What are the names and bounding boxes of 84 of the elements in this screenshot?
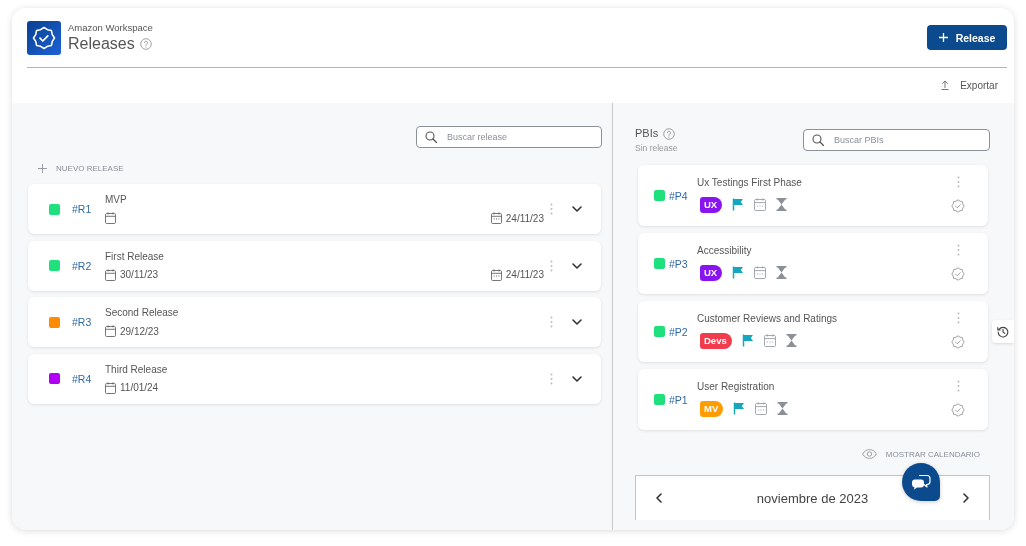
release-card[interactable]: #R3 Second Release 29/12/23 <box>28 297 601 347</box>
end-date: 24/11/23 <box>505 212 544 224</box>
chevron-down-icon[interactable] <box>572 206 582 212</box>
pbi-code: #P4 <box>669 189 689 202</box>
release-name: Third Release <box>105 362 169 376</box>
release-code: #R3 <box>72 316 93 328</box>
category-tag: MV <box>700 400 724 417</box>
chevron-right-icon[interactable] <box>963 493 969 503</box>
calendar-icon[interactable] <box>755 402 768 415</box>
hourglass-icon[interactable] <box>785 334 797 347</box>
calendar-icon <box>490 212 502 224</box>
pbi-code: #P2 <box>669 325 689 338</box>
history-icon <box>997 325 1009 338</box>
chevron-left-icon[interactable] <box>656 493 662 503</box>
chevron-down-icon[interactable] <box>572 262 582 269</box>
plus-icon <box>938 33 948 42</box>
category-tag: UX <box>700 196 723 213</box>
flag-icon[interactable] <box>732 198 745 211</box>
release-card[interactable]: #R1 MVP 24/11/23 <box>28 184 601 234</box>
new-release-button[interactable]: Release <box>927 25 1007 50</box>
flag-icon[interactable] <box>733 402 746 415</box>
release-name: First Release <box>105 249 165 263</box>
calendar-icon <box>490 268 502 281</box>
kebab-menu-icon[interactable] <box>550 316 553 328</box>
calendar-icon <box>105 268 116 281</box>
help-icon[interactable] <box>139 38 152 50</box>
export-button[interactable]: Exportar <box>941 78 998 92</box>
panel-title: PBIs <box>635 127 659 140</box>
panel-subtitle: Sin release <box>635 143 678 153</box>
release-card[interactable]: #R4 Third Release 11/01/24 <box>28 353 601 404</box>
hourglass-icon[interactable] <box>776 266 788 279</box>
search-field[interactable]: Buscar release <box>416 126 602 148</box>
upload-icon <box>941 80 950 90</box>
pbi-card[interactable]: #P1 User Registration MV <box>638 369 988 430</box>
category-tag: Devs <box>700 332 732 349</box>
flag-icon[interactable] <box>741 334 754 347</box>
plus-icon <box>38 163 47 173</box>
chevron-down-icon[interactable] <box>572 319 582 325</box>
pbi-card[interactable]: #P3 Accessibility UX <box>638 233 988 294</box>
history-button[interactable] <box>992 320 1014 343</box>
calendar-icon[interactable] <box>754 198 767 211</box>
start-date: 11/01/24 <box>120 382 159 393</box>
check-badge-icon[interactable] <box>951 198 965 213</box>
calendar-icon <box>105 212 116 224</box>
pbi-code: #P1 <box>669 393 689 406</box>
calendar-month: noviembre de 2023 <box>756 490 869 506</box>
calendar-icon[interactable] <box>754 266 767 279</box>
calendar-icon <box>105 381 116 394</box>
help-icon[interactable] <box>663 127 676 140</box>
category-tag: UX <box>700 264 723 281</box>
release-code: #R1 <box>72 203 93 215</box>
start-date: 29/12/23 <box>120 325 159 337</box>
pbi-name: Ux Testings First Phase <box>697 175 803 189</box>
check-badge-icon[interactable] <box>951 334 965 349</box>
chevron-down-icon[interactable] <box>572 375 582 382</box>
chat-bubbles-icon <box>911 473 931 491</box>
pbi-code: #P3 <box>669 257 689 270</box>
release-code: #R2 <box>72 259 93 272</box>
search-icon <box>425 131 437 143</box>
calendar-icon[interactable] <box>763 334 776 347</box>
hourglass-icon[interactable] <box>777 402 789 415</box>
release-name: MVP <box>105 193 128 206</box>
end-date: 24/11/23 <box>505 269 544 280</box>
release-name: Second Release <box>105 306 180 319</box>
pbi-card[interactable]: #P2 Customer Reviews and Ratings Devs <box>638 301 988 362</box>
workspace-name: Amazon Workspace <box>68 22 153 34</box>
check-badge-icon[interactable] <box>951 402 965 417</box>
page-title: Releases <box>68 34 135 54</box>
pbi-card[interactable]: #P4 Ux Testings First Phase UX <box>638 165 988 226</box>
start-date: 30/11/23 <box>120 269 159 280</box>
release-card[interactable]: #R2 First Release 30/11/23 24/11/23 <box>28 240 601 291</box>
pbi-name: User Registration <box>697 379 776 393</box>
check-badge-icon[interactable] <box>951 266 965 281</box>
hourglass-icon[interactable] <box>776 198 788 211</box>
kebab-menu-icon[interactable] <box>550 203 553 215</box>
search-icon <box>812 134 824 146</box>
calendar-icon <box>105 325 116 337</box>
eye-icon <box>861 449 877 459</box>
pbi-name: Customer Reviews and Ratings <box>697 311 839 325</box>
badge-check-icon <box>27 21 61 55</box>
search-field[interactable]: Buscar PBIs <box>803 129 990 151</box>
pbi-name: Accessibility <box>697 243 753 257</box>
flag-icon[interactable] <box>732 266 745 279</box>
release-code: #R4 <box>72 372 93 385</box>
